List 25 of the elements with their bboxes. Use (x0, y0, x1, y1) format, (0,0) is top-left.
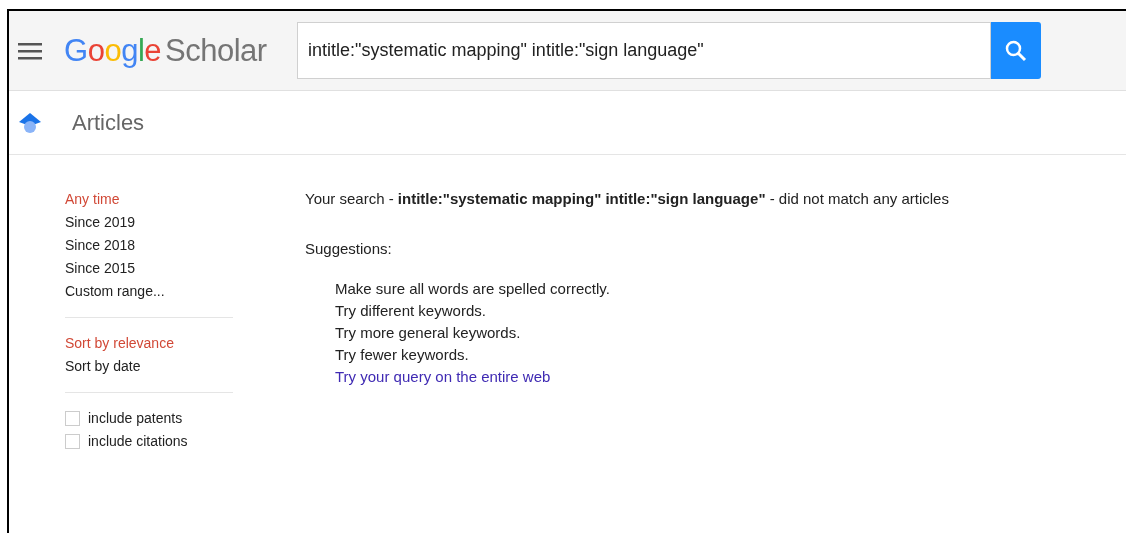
search-icon (1004, 38, 1028, 63)
time-filter-link[interactable]: Since 2018 (65, 234, 136, 257)
search-field[interactable]: intitle:"systematic mapping" intitle:"sign language" (297, 22, 991, 79)
web-search-link[interactable]: Try your query on the entire web (335, 366, 551, 388)
no-results-message: Your search - intitle:"systematic mapping" intitle:"sign language" - did not match any articles (305, 189, 949, 209)
search-button[interactable] (991, 22, 1041, 79)
suggestion-text: Try fewer keywords. (335, 345, 469, 365)
section-title: Articles (72, 109, 145, 137)
suggestion-text: Try different keywords. (335, 301, 486, 321)
suggestion-text: Make sure all words are spelled correctly. (335, 279, 610, 299)
suggestions-heading: Suggestions: (305, 238, 392, 259)
graduation-cap-icon (18, 110, 42, 135)
time-filter-link[interactable]: Custom range... (65, 280, 165, 303)
checkbox-label: include citations (88, 432, 188, 451)
suggestion-text: Try more general keywords. (335, 323, 521, 343)
sort-option-link[interactable]: Sort by date (65, 355, 141, 378)
time-filter-link[interactable]: Since 2019 (65, 211, 136, 234)
checkbox[interactable] (65, 434, 80, 449)
scholar-logo[interactable]: GoogleScholar (64, 35, 279, 66)
checkbox-label: include patents (88, 409, 183, 428)
sort-option-link[interactable]: Sort by relevance (65, 332, 174, 355)
checkbox[interactable] (65, 411, 80, 426)
time-filter-link[interactable]: Any time (65, 188, 120, 211)
time-filter-link[interactable]: Since 2015 (65, 257, 136, 280)
menu-icon[interactable] (18, 41, 42, 60)
